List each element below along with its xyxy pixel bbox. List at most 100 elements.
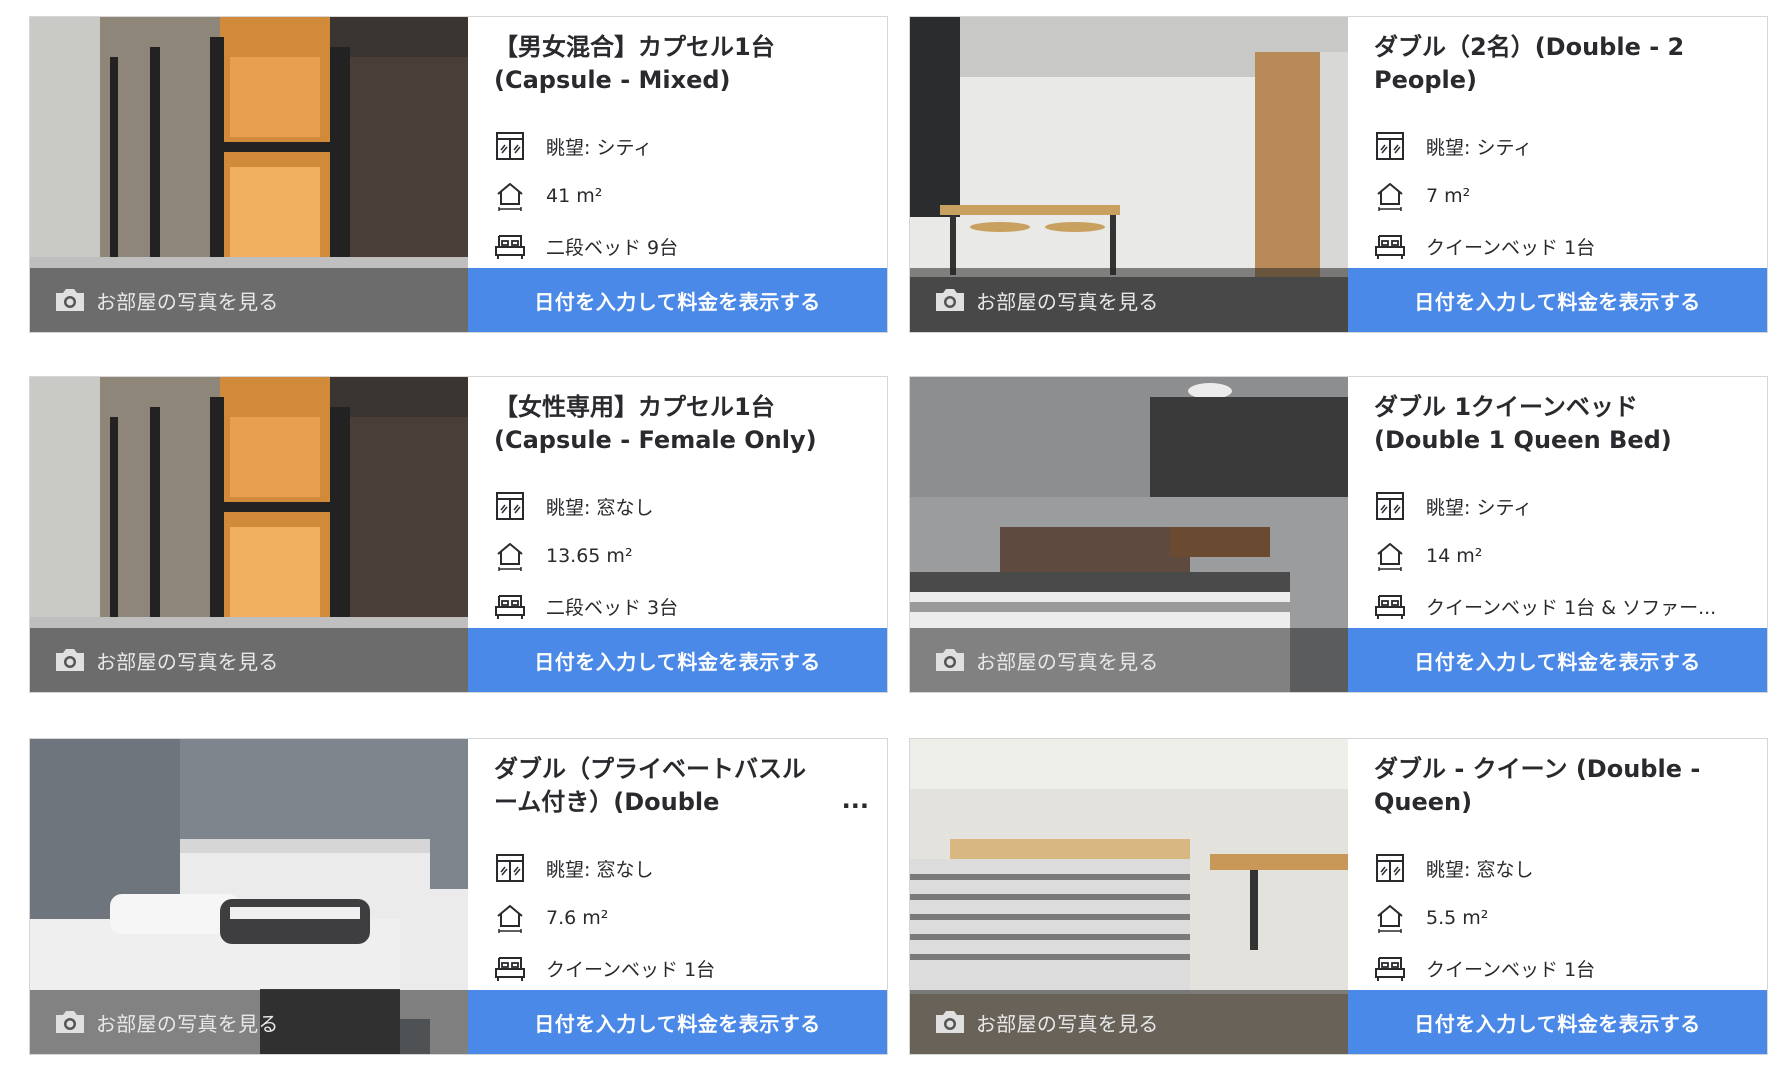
view-photos-link[interactable]: お部屋の写真を見る [30,268,468,332]
room-view-text: 眺望: 窓なし [546,858,654,881]
room-view: 眺望: シティ [1374,129,1532,163]
view-photos-link[interactable]: お部屋の写真を見る [910,268,1348,332]
room-size-text: 14 m² [1426,545,1483,567]
room-card: お部屋の写真を見る ダブル 1クイーンベッド (Double 1 Queen B… [909,376,1768,693]
room-card: お部屋の写真を見る ダブル - クイーン (Double - Queen) 眺望… [909,738,1768,1055]
room-beds-text: 二段ベッド 3台 [546,596,679,619]
room-beds-text: クイーンベッド 1台 [1426,958,1596,981]
room-size: 7 m² [1374,179,1470,213]
room-view: 眺望: 窓なし [494,851,653,885]
room-info: 【女性専用】カプセル1台 (Capsule - Female Only) 眺望:… [468,377,887,692]
room-size: 7.6 m² [494,901,608,935]
room-size-text: 7 m² [1426,185,1471,207]
room-size-text: 41 m² [546,185,603,207]
room-photo[interactable]: お部屋の写真を見る [30,739,468,1054]
camera-icon [54,647,86,673]
view-photos-link[interactable]: お部屋の写真を見る [910,990,1348,1054]
room-title[interactable]: ダブル（プライベートバスルーム付き）(Double (Private [494,753,827,821]
room-beds: 二段ベッド 9台 [494,229,678,263]
room-size-text: 13.65 m² [546,545,633,567]
view-photos-label: お部屋の写真を見る [96,1011,279,1036]
room-beds: クイーンベッド 1台 [1374,951,1595,985]
room-photo[interactable]: お部屋の写真を見る [910,17,1348,332]
house-area-icon [1374,180,1406,212]
show-price-button[interactable]: 日付を入力して料金を表示する [1348,268,1767,332]
room-beds-text: クイーンベッド 1台 [1426,236,1596,259]
house-area-icon [494,540,526,572]
house-area-icon [494,180,526,212]
house-area-icon [1374,540,1406,572]
room-info: ダブル 1クイーンベッド (Double 1 Queen Bed) 眺望: シテ… [1348,377,1767,692]
view-photos-label: お部屋の写真を見る [976,289,1159,314]
room-size-text: 7.6 m² [546,907,609,929]
room-view-text: 眺望: シティ [1426,136,1533,159]
window-view-icon [1374,130,1406,162]
room-size: 41 m² [494,179,602,213]
bed-icon [1374,590,1406,622]
bed-icon [1374,230,1406,262]
room-title[interactable]: 【女性専用】カプセル1台 (Capsule - Female Only) [494,391,867,457]
window-view-icon [494,852,526,884]
room-beds: 二段ベッド 3台 [494,589,678,623]
room-view: 眺望: シティ [494,129,652,163]
bed-icon [494,952,526,984]
room-beds: クイーンベッド 1台 & ソファー... [1374,589,1716,623]
room-card: お部屋の写真を見る 【女性専用】カプセル1台 (Capsule - Female… [29,376,888,693]
room-title[interactable]: 【男女混合】カプセル1台 (Capsule - Mixed) [494,31,867,97]
show-price-button[interactable]: 日付を入力して料金を表示する [1348,628,1767,692]
room-photo[interactable]: お部屋の写真を見る [910,377,1348,692]
show-price-button[interactable]: 日付を入力して料金を表示する [468,268,887,332]
room-view: 眺望: シティ [1374,489,1532,523]
view-photos-link[interactable]: お部屋の写真を見る [30,990,468,1054]
room-photo[interactable]: お部屋の写真を見る [910,739,1348,1054]
room-title[interactable]: ダブル 1クイーンベッド (Double 1 Queen Bed) [1374,391,1747,457]
room-beds-text: 二段ベッド 9台 [546,236,679,259]
window-view-icon [494,490,526,522]
room-view-text: 眺望: シティ [546,136,653,159]
room-title[interactable]: ダブル（2名）(Double - 2 People) [1374,31,1747,97]
room-photo[interactable]: お部屋の写真を見る [30,17,468,332]
view-photos-label: お部屋の写真を見る [976,649,1159,674]
bed-icon [494,590,526,622]
room-beds: クイーンベッド 1台 [1374,229,1595,263]
camera-icon [54,1009,86,1035]
camera-icon [934,1009,966,1035]
show-price-button[interactable]: 日付を入力して料金を表示する [1348,990,1767,1054]
room-info: ダブル - クイーン (Double - Queen) 眺望: 窓なし 5.5 … [1348,739,1767,1054]
camera-icon [934,647,966,673]
room-size: 14 m² [1374,539,1482,573]
room-view: 眺望: 窓なし [494,489,653,523]
room-size: 13.65 m² [494,539,633,573]
room-info: ダブル（2名）(Double - 2 People) 眺望: シティ 7 m² … [1348,17,1767,332]
room-view-text: 眺望: 窓なし [1426,858,1534,881]
room-view-text: 眺望: 窓なし [546,496,654,519]
view-photos-label: お部屋の写真を見る [96,649,279,674]
room-size: 5.5 m² [1374,901,1488,935]
view-photos-label: お部屋の写真を見る [96,289,279,314]
window-view-icon [1374,852,1406,884]
view-photos-label: お部屋の写真を見る [976,1011,1159,1036]
title-ellipsis: ... [841,786,869,814]
room-title[interactable]: ダブル - クイーン (Double - Queen) [1374,753,1747,819]
room-info: 【男女混合】カプセル1台 (Capsule - Mixed) 眺望: シティ 4… [468,17,887,332]
house-area-icon [1374,902,1406,934]
window-view-icon [1374,490,1406,522]
room-info: ダブル（プライベートバスルーム付き）(Double (Private ... 眺… [468,739,887,1054]
room-size-text: 5.5 m² [1426,907,1489,929]
room-view-text: 眺望: シティ [1426,496,1533,519]
room-beds: クイーンベッド 1台 [494,951,715,985]
camera-icon [934,287,966,313]
view-photos-link[interactable]: お部屋の写真を見る [910,628,1348,692]
house-area-icon [494,902,526,934]
window-view-icon [494,130,526,162]
room-photo[interactable]: お部屋の写真を見る [30,377,468,692]
room-card: お部屋の写真を見る ダブル（プライベートバスルーム付き）(Double (Pri… [29,738,888,1055]
camera-icon [54,287,86,313]
view-photos-link[interactable]: お部屋の写真を見る [30,628,468,692]
room-beds-text: クイーンベッド 1台 & ソファー... [1426,596,1717,619]
room-beds-text: クイーンベッド 1台 [546,958,716,981]
show-price-button[interactable]: 日付を入力して料金を表示する [468,628,887,692]
room-card: お部屋の写真を見る ダブル（2名）(Double - 2 People) 眺望:… [909,16,1768,333]
room-view: 眺望: 窓なし [1374,851,1533,885]
show-price-button[interactable]: 日付を入力して料金を表示する [468,990,887,1054]
